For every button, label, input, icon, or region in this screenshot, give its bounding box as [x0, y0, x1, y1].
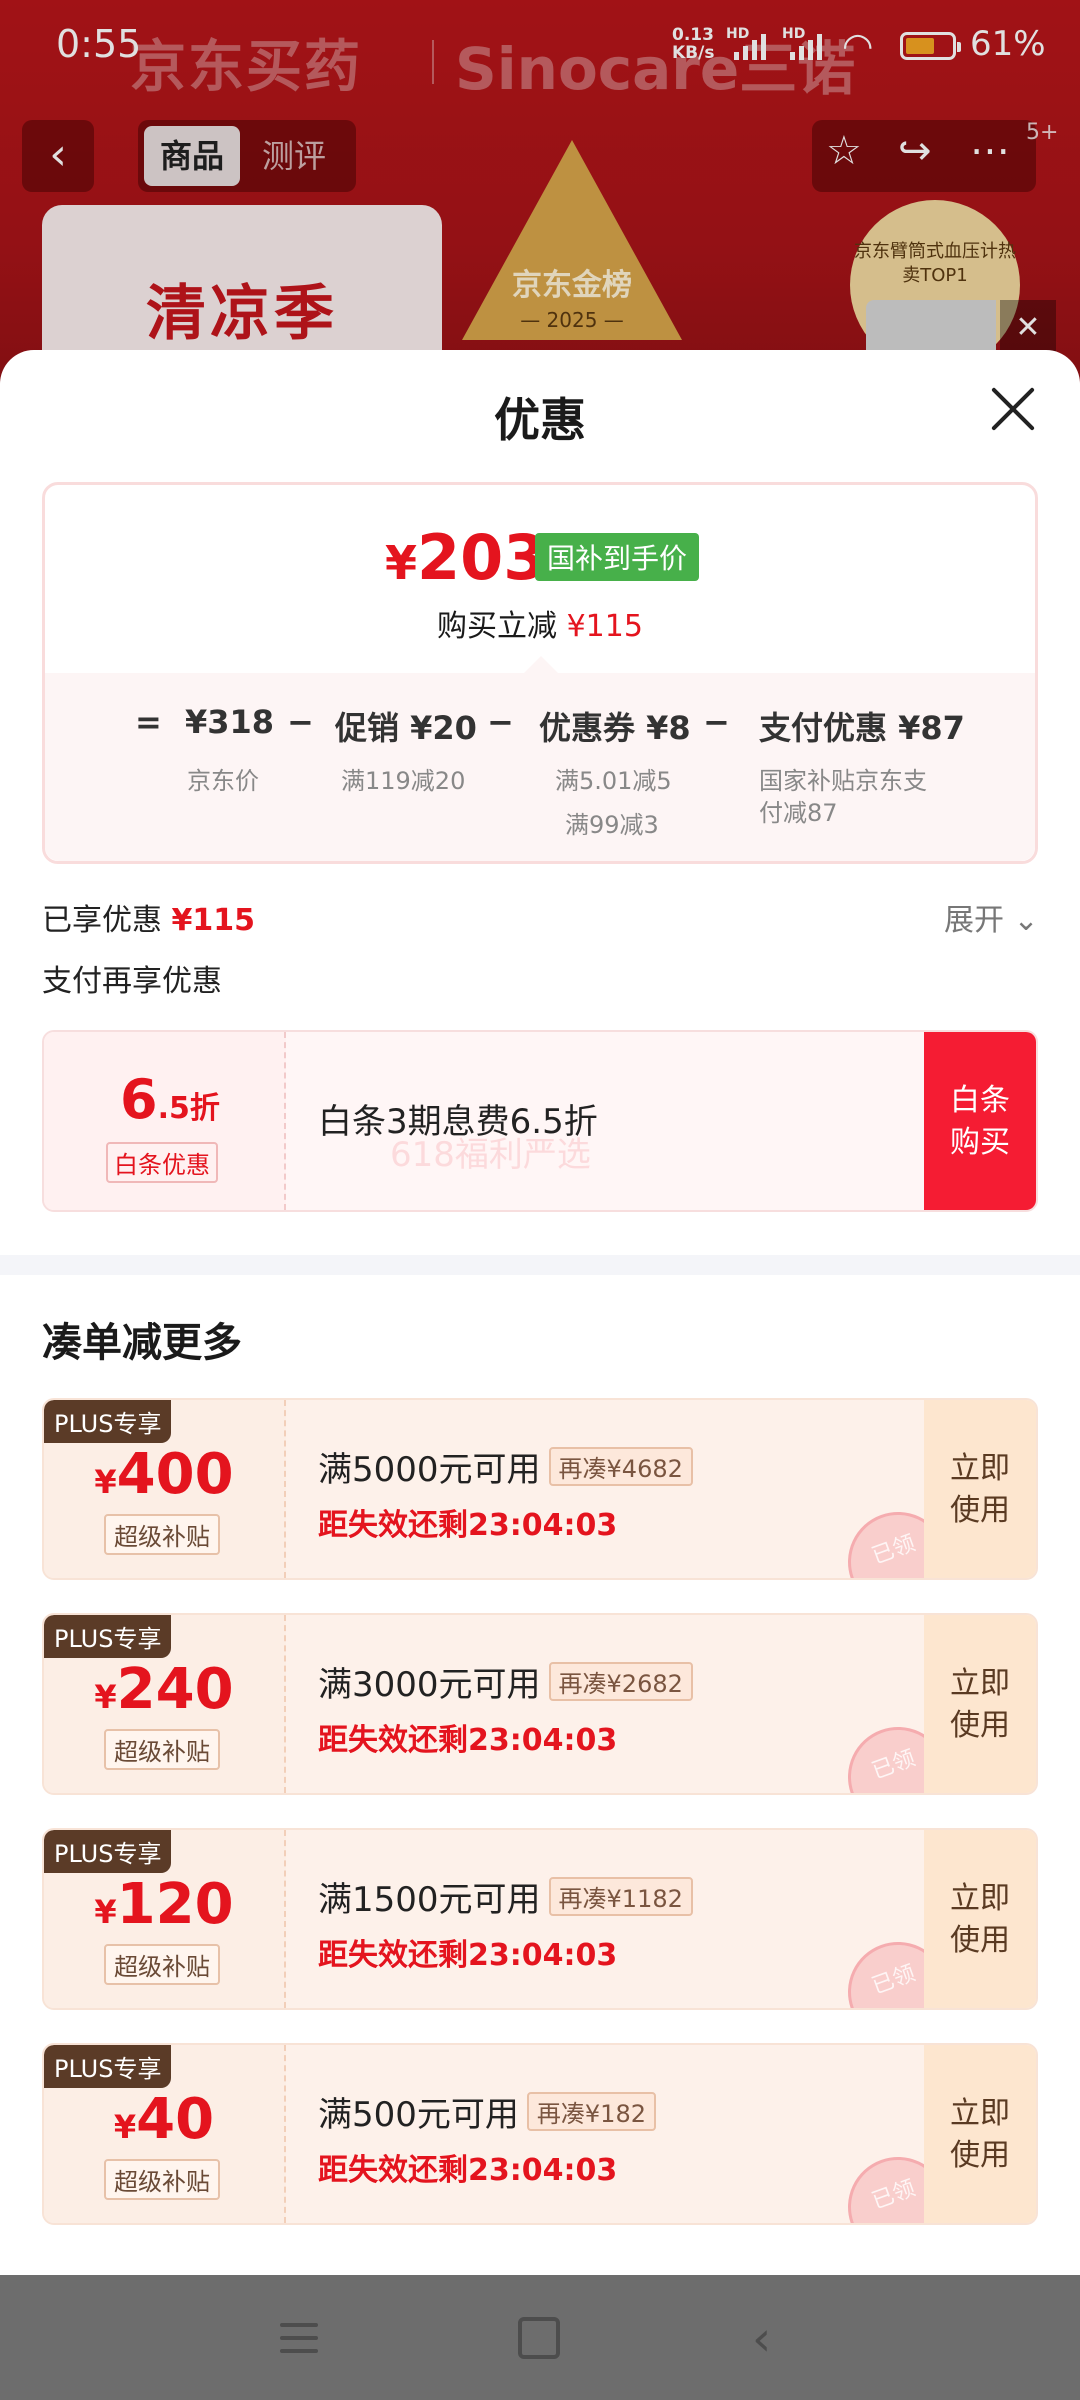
close-icon[interactable]: [990, 386, 1036, 432]
formula-jd-price-desc: 京东价: [187, 767, 259, 795]
coupon-amount: ¥240: [94, 1657, 234, 1722]
coupon-amount: ¥120: [94, 1872, 234, 1937]
coupon-card[interactable]: PLUS专享 ¥400 超级补贴 满5000元可用 再凑¥4682 距失效还剩23…: [42, 1398, 1038, 1580]
coupon-gap: 再凑¥182: [526, 2092, 656, 2131]
baitiao-discount: 6.5折: [120, 1068, 220, 1131]
minus-sign: −: [487, 703, 514, 741]
pay-again-label: 支付再享优惠: [42, 964, 222, 999]
coupon-gap: 再凑¥1182: [548, 1877, 693, 1916]
plus-badge: PLUS专享: [44, 2045, 172, 2088]
coupon-amount: ¥40: [113, 2087, 215, 2152]
plus-badge: PLUS专享: [44, 1830, 172, 1873]
coupon-card[interactable]: PLUS专享 ¥40 超级补贴 满500元可用 再凑¥182 距失效还剩23:04…: [42, 2043, 1038, 2225]
use-now-button[interactable]: 立即 使用: [924, 1400, 1036, 1578]
formula-pay-discount: 支付优惠 ¥87: [759, 709, 965, 747]
minus-sign: −: [287, 703, 314, 741]
formula-pay-desc2: 付减87: [759, 799, 838, 827]
use-now-button[interactable]: 立即 使用: [924, 1830, 1036, 2008]
coupon-gap: 再凑¥4682: [548, 1447, 693, 1486]
use-now-button[interactable]: 立即 使用: [924, 1615, 1036, 1793]
coupon-countdown: 距失效还剩23:04:03: [318, 1723, 618, 1758]
section-divider: [0, 1255, 1080, 1275]
coupon-subtitle: 超级补贴: [104, 1729, 220, 1770]
subsidy-price-tag: 国补到手价: [535, 533, 700, 581]
coupon-condition: 满1500元可用 再凑¥1182: [318, 1872, 693, 1921]
section-title: 凑单减更多: [42, 1320, 242, 1366]
coupon-card[interactable]: PLUS专享 ¥240 超级补贴 满3000元可用 再凑¥2682 距失效还剩23…: [42, 1613, 1038, 1795]
formula-jd-price: ¥318: [185, 703, 275, 741]
coupon-amount: ¥400: [94, 1442, 234, 1507]
coupon-gap: 再凑¥2682: [548, 1662, 693, 1701]
sheet-title: 优惠: [494, 393, 586, 447]
coupon-countdown: 距失效还剩23:04:03: [318, 2153, 618, 2188]
formula-pay-desc1: 国家补贴京东支: [759, 767, 927, 795]
price-breakdown: ¥203 国补到手价 购买立减 ¥115 = ¥318 京东价 − 促销 ¥20…: [42, 482, 1038, 864]
plus-badge: PLUS专享: [44, 1400, 172, 1443]
back-icon[interactable]: ‹: [752, 2311, 771, 2367]
coupon-condition: 满3000元可用 再凑¥2682: [318, 1657, 693, 1706]
final-price: ¥203: [385, 521, 547, 594]
baitiao-tag: 白条优惠: [106, 1142, 218, 1183]
formula-promo-desc: 满119减20: [341, 767, 466, 795]
equals-sign: =: [135, 703, 162, 741]
formula-coupon-desc2: 满99减3: [565, 811, 659, 839]
menu-icon[interactable]: [280, 2323, 318, 2353]
formula-coupon-desc1: 满5.01减5: [555, 767, 672, 795]
discount-sheet: 优惠 ¥203 国补到手价 购买立减 ¥115 = ¥318 京东价 − 促销 …: [0, 350, 1080, 2275]
system-nav-bar: ‹: [0, 2275, 1080, 2400]
formula-promo: 促销 ¥20: [335, 709, 477, 747]
plus-badge: PLUS专享: [44, 1615, 172, 1658]
reduce-line: 购买立减 ¥115: [437, 609, 643, 644]
coupon-subtitle: 超级补贴: [104, 2159, 220, 2200]
coupon-subtitle: 超级补贴: [104, 1514, 220, 1555]
minus-sign: −: [703, 703, 730, 741]
watermark: 618福利严选: [390, 1135, 591, 1175]
coupon-countdown: 距失效还剩23:04:03: [318, 1508, 618, 1543]
baitiao-buy-button[interactable]: 白条 购买: [924, 1032, 1036, 1210]
formula-area: = ¥318 京东价 − 促销 ¥20 满119减20 − 优惠券 ¥8 满5.…: [45, 673, 1035, 861]
coupon-condition: 满5000元可用 再凑¥4682: [318, 1442, 693, 1491]
expand-button[interactable]: 展开 ⌄: [944, 895, 1039, 939]
coupon-card[interactable]: PLUS专享 ¥120 超级补贴 满1500元可用 再凑¥1182 距失效还剩23…: [42, 1828, 1038, 2010]
home-icon[interactable]: [518, 2317, 560, 2359]
enjoyed-discount: 已享优惠 ¥115: [42, 903, 256, 938]
coupon-condition: 满500元可用 再凑¥182: [318, 2087, 656, 2136]
baitiao-offer[interactable]: 6.5折 白条优惠 白条3期息费6.5折 618福利严选 白条 购买: [42, 1030, 1038, 1212]
coupon-subtitle: 超级补贴: [104, 1944, 220, 1985]
coupon-countdown: 距失效还剩23:04:03: [318, 1938, 618, 1973]
chevron-down-icon: ⌄: [1004, 903, 1039, 938]
use-now-button[interactable]: 立即 使用: [924, 2045, 1036, 2223]
formula-coupon: 优惠券 ¥8: [539, 709, 691, 747]
